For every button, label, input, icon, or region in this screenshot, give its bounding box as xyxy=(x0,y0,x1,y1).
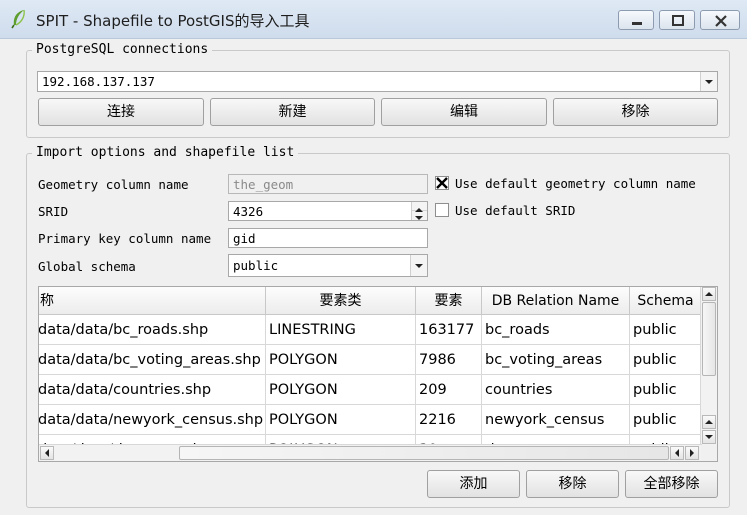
column-header-features[interactable]: 要素 xyxy=(416,287,482,315)
chevron-down-icon[interactable] xyxy=(700,72,717,91)
use-default-srid-checkbox[interactable] xyxy=(435,203,449,217)
table-row[interactable]: data/data/bc_roads.shp LINESTRING 163177… xyxy=(39,315,702,345)
minimize-button[interactable] xyxy=(618,10,654,30)
cell-schema[interactable]: public xyxy=(630,345,702,375)
connection-select-value: 192.168.137.137 xyxy=(42,74,155,89)
column-header-name[interactable]: 称 xyxy=(39,287,266,315)
edit-connection-button[interactable]: 编辑 xyxy=(381,98,547,126)
column-header-feature-class[interactable]: 要素类 xyxy=(266,287,416,315)
column-header-db-relation-name[interactable]: DB Relation Name xyxy=(482,287,630,315)
cell-feature-class[interactable]: POLYGON xyxy=(266,405,416,435)
spin-down-icon[interactable] xyxy=(412,211,427,220)
minimize-icon xyxy=(632,22,642,25)
cell-feature-class[interactable]: LINESTRING xyxy=(266,315,416,345)
cell-feature-count[interactable]: 163177 xyxy=(416,315,482,345)
maximize-icon xyxy=(672,15,684,26)
cell-schema[interactable]: public xyxy=(630,315,702,345)
cell-relation-name[interactable]: bc_voting_areas xyxy=(482,345,630,375)
cell-feature-count[interactable]: 2216 xyxy=(416,405,482,435)
title-bar: SPIT - Shapefile to PostGIS的导入工具 xyxy=(0,0,747,39)
horizontal-scroll-thumb[interactable] xyxy=(179,446,669,460)
use-default-geometry-label[interactable]: Use default geometry column name xyxy=(455,176,696,191)
cell-feature-class[interactable]: POLYGON xyxy=(266,375,416,405)
new-connection-button[interactable]: 新建 xyxy=(210,98,375,126)
table-row[interactable]: data/data/newyork_census.shp POLYGON 221… xyxy=(39,405,702,435)
cell-relation-name[interactable]: bc_roads xyxy=(482,315,630,345)
scroll-down-icon[interactable] xyxy=(702,430,716,444)
cell-file[interactable]: data/data/newyork_census.shp xyxy=(39,405,266,435)
cell-file[interactable]: data/data/countries.shp xyxy=(39,375,266,405)
geometry-column-input[interactable]: the_geom xyxy=(228,174,428,194)
table-row[interactable]: data/data/bc_voting_areas.shp POLYGON 79… xyxy=(39,345,702,375)
scroll-left-icon[interactable] xyxy=(670,446,684,460)
window-title: SPIT - Shapefile to PostGIS的导入工具 xyxy=(36,12,310,30)
cell-feature-class[interactable]: POLYGON xyxy=(266,345,416,375)
shapefile-table: 称 要素类 要素 DB Relation Name Schema data/da… xyxy=(38,286,718,462)
column-header-schema[interactable]: Schema xyxy=(630,287,702,315)
add-file-button[interactable]: 添加 xyxy=(427,470,520,498)
global-schema-label: Global schema xyxy=(38,259,136,274)
srid-label: SRID xyxy=(38,204,69,219)
cell-feature-count[interactable]: 209 xyxy=(416,375,482,405)
chevron-down-icon[interactable] xyxy=(410,255,427,276)
connect-button[interactable]: 连接 xyxy=(38,98,204,126)
close-button[interactable] xyxy=(700,10,740,30)
table-header: 称 要素类 要素 DB Relation Name Schema xyxy=(39,287,702,315)
srid-spinbox[interactable]: 4326 xyxy=(228,201,428,221)
spin-up-icon[interactable] xyxy=(412,202,427,212)
cell-file[interactable]: data/data/bc_voting_areas.shp xyxy=(39,345,266,375)
cell-relation-name[interactable]: newyork_census xyxy=(482,405,630,435)
use-default-srid-label[interactable]: Use default SRID xyxy=(455,203,575,218)
remove-connection-button[interactable]: 移除 xyxy=(553,98,718,126)
maximize-button[interactable] xyxy=(659,10,695,30)
scroll-right-icon[interactable] xyxy=(685,446,699,460)
cell-feature-count[interactable]: 7986 xyxy=(416,345,482,375)
table-horizontal-scrollbar[interactable] xyxy=(39,444,702,461)
primary-key-input[interactable]: gid xyxy=(228,228,428,248)
connections-group-title: PostgreSQL connections xyxy=(32,42,213,57)
import-options-group-title: Import options and shapefile list xyxy=(32,145,299,160)
cell-schema[interactable]: public xyxy=(630,405,702,435)
connection-select[interactable]: 192.168.137.137 xyxy=(37,71,718,92)
cell-file[interactable]: data/data/bc_roads.shp xyxy=(39,315,266,345)
scroll-up-icon[interactable] xyxy=(702,415,716,429)
cell-relation-name[interactable]: countries xyxy=(482,375,630,405)
scroll-left-icon[interactable] xyxy=(40,446,54,460)
primary-key-label: Primary key column name xyxy=(38,231,212,246)
global-schema-select[interactable]: public xyxy=(228,254,428,277)
qgis-leaf-icon xyxy=(11,9,25,29)
table-row[interactable]: data/data/countries.shp POLYGON 209 coun… xyxy=(39,375,702,405)
geometry-column-label: Geometry column name xyxy=(38,177,189,192)
vertical-scroll-thumb[interactable] xyxy=(702,302,716,376)
close-icon xyxy=(715,15,727,27)
use-default-geometry-checkbox[interactable] xyxy=(435,176,449,190)
table-vertical-scrollbar[interactable] xyxy=(700,287,717,445)
remove-file-button[interactable]: 移除 xyxy=(526,470,619,498)
cell-schema[interactable]: public xyxy=(630,375,702,405)
remove-all-button[interactable]: 全部移除 xyxy=(625,470,718,498)
scroll-corner xyxy=(701,445,717,461)
scroll-up-icon[interactable] xyxy=(702,287,716,301)
check-x-icon xyxy=(436,177,448,189)
